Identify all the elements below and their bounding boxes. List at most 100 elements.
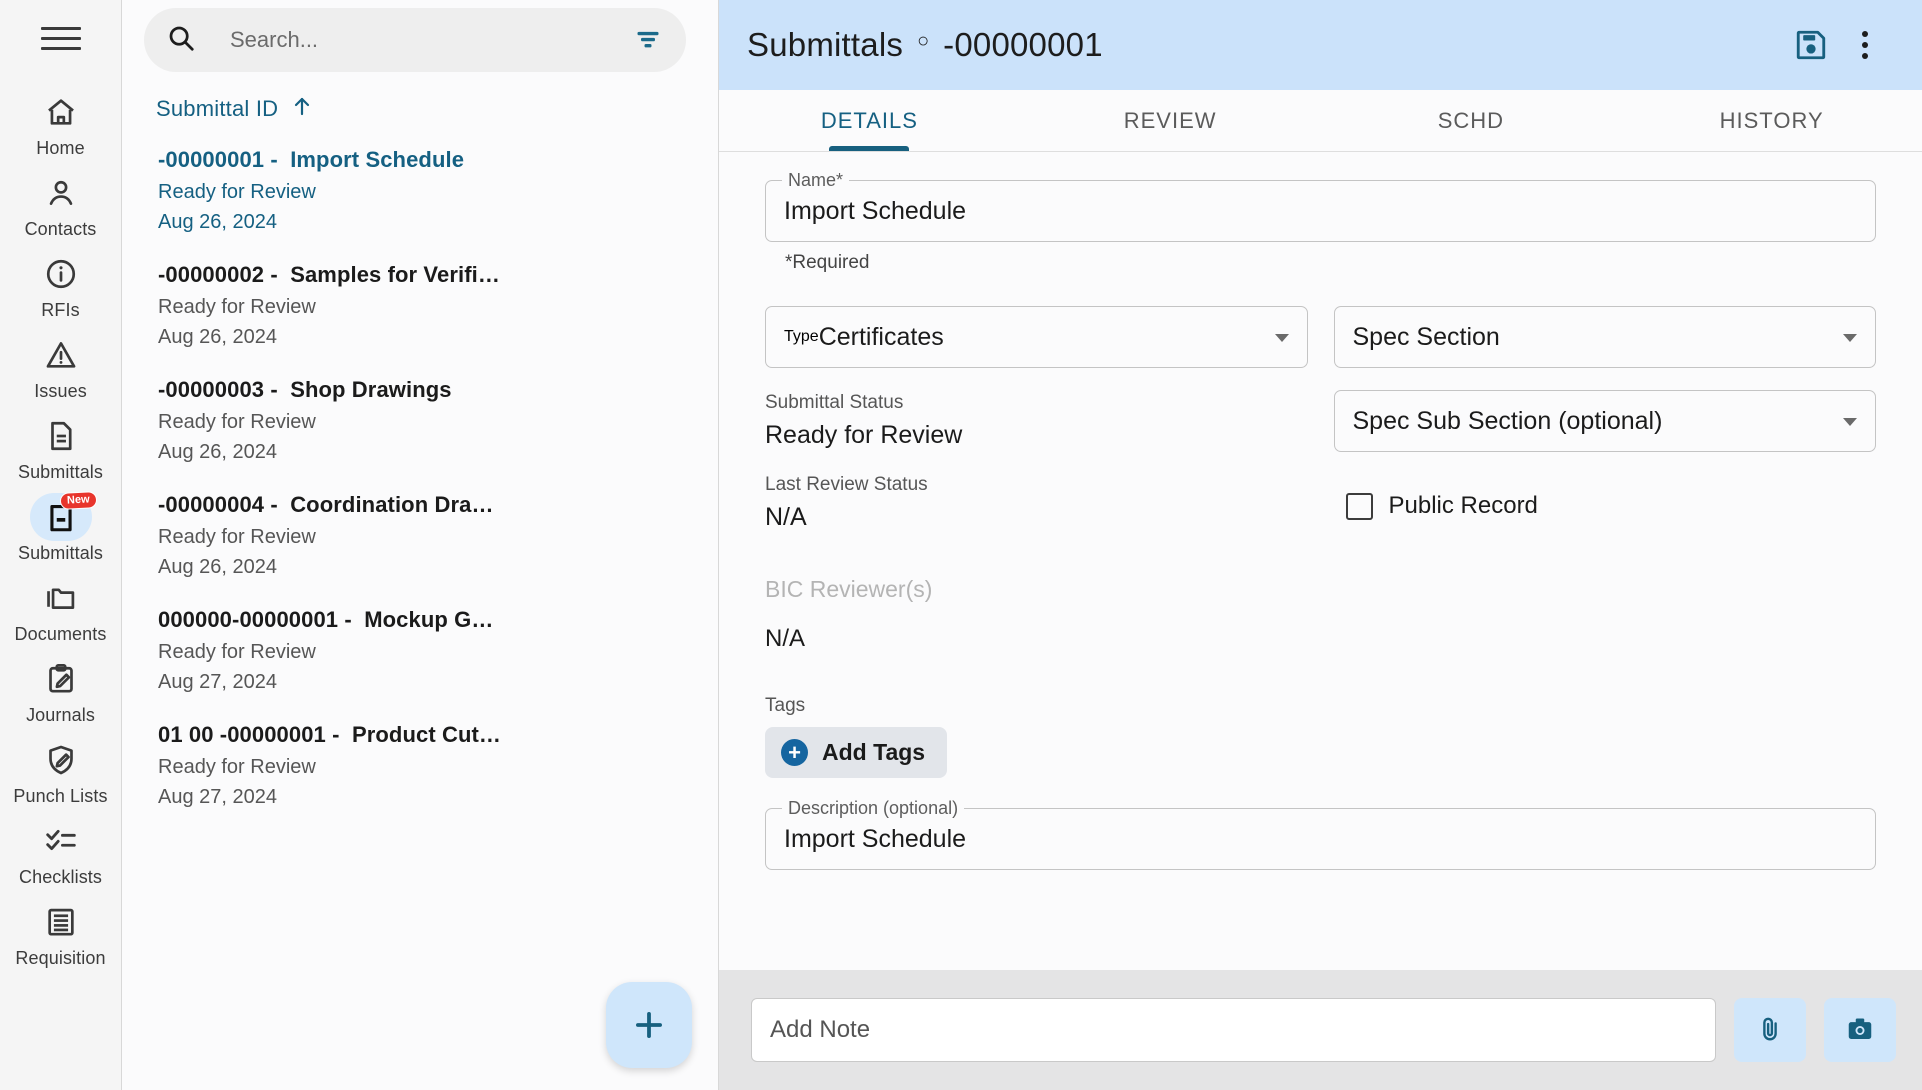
document-icon [30, 412, 92, 460]
type-select-legend: Type [784, 328, 819, 345]
tab-review[interactable]: REVIEW [1020, 90, 1321, 151]
checkbox-box-icon [1345, 492, 1373, 520]
description-field[interactable]: Description (optional) Import Schedule [765, 798, 1876, 870]
sidebar-item-label: Requisition [15, 948, 106, 968]
left-column: Type Certificates Submittal Status Ready… [765, 306, 1308, 532]
chevron-down-icon [1843, 418, 1857, 426]
description-field-legend: Description (optional) [782, 798, 965, 819]
sidebar-item-submittals[interactable]: Submittals [0, 406, 121, 487]
filter-icon[interactable] [628, 20, 668, 60]
breadcrumb-separator: ○ [917, 29, 930, 52]
type-select-value: Certificates [818, 322, 944, 351]
sidebar-item-label: RFIs [41, 300, 80, 320]
add-note-input[interactable] [751, 998, 1716, 1062]
tab-details[interactable]: DETAILS [719, 90, 1020, 151]
sidebar-item-label: Journals [26, 705, 95, 725]
checklist-icon [30, 817, 92, 865]
list-item-status: Ready for Review [158, 526, 316, 548]
list-item-date: Aug 27, 2024 [158, 671, 277, 693]
sidebar-item-punch-lists[interactable]: Punch Lists [0, 730, 121, 811]
list-item[interactable]: -00000004 - Coordination Dra… Ready for R… [122, 478, 718, 593]
add-submittal-fab[interactable] [606, 982, 692, 1068]
tags-label: Tags [765, 695, 806, 716]
list-item[interactable]: -00000001 - Import Schedule Ready for Rev… [122, 133, 718, 248]
sidebar-item-checklists[interactable]: Checklists [0, 811, 121, 892]
list-item-date: Aug 26, 2024 [158, 441, 277, 463]
sidebar-item-rfis[interactable]: RFIs [0, 244, 121, 325]
spec-sub-section-value: Spec Sub Section (optional) [1352, 406, 1663, 435]
sidebar-item-contacts[interactable]: Contacts [0, 163, 121, 244]
list-item[interactable]: 01 00 -00000001 - Product Cut… Ready for … [122, 708, 718, 823]
add-tags-button[interactable]: + Add Tags [765, 727, 948, 778]
submittal-status-value: Ready for Review [765, 421, 963, 449]
public-record-checkbox[interactable]: Public Record [1334, 492, 1877, 520]
sidebar-item-journals[interactable]: Journals [0, 649, 121, 730]
sidebar-item-label: Submittals [17, 543, 104, 563]
sort-label: Submittal ID [156, 95, 279, 121]
name-field[interactable]: Name* Import Schedule [765, 170, 1876, 242]
sidebar-item-label: Issues [34, 381, 87, 401]
list-item-date: Aug 27, 2024 [158, 786, 277, 808]
app-root: Home Contacts RFIs Issues Submittals New Submi… [0, 0, 1922, 1090]
list-item-status: Ready for Review [158, 411, 316, 433]
submittal-status-field: Submittal Status Ready for Review [765, 392, 1308, 450]
sidebar-item-home[interactable]: Home [0, 82, 121, 163]
details-form: Name* Import Schedule *Required Type Cer… [719, 152, 1922, 970]
info-circle-icon [30, 250, 92, 298]
person-icon [30, 169, 92, 217]
bic-reviewers-label: BIC Reviewer(s) [765, 576, 933, 602]
public-record-label: Public Record [1388, 492, 1538, 519]
last-review-status-value: N/A [765, 503, 807, 531]
sidebar-item-label: Punch Lists [13, 786, 108, 806]
list-item[interactable]: -00000002 - Samples for Verifi… Ready for… [122, 248, 718, 363]
folders-icon [30, 574, 92, 622]
type-select[interactable]: Type Certificates [765, 306, 1308, 368]
sidebar-nav: Home Contacts RFIs Issues Submittals New Submi… [0, 0, 122, 1090]
sidebar-item-submittals-active[interactable]: New Submittals [0, 487, 121, 568]
ledger-icon [30, 898, 92, 946]
search-icon [166, 23, 196, 58]
chevron-down-icon [1843, 334, 1857, 342]
tags-field: Tags + Add Tags [765, 695, 1876, 778]
submittal-new-icon: New [29, 491, 97, 541]
list-item-status: Ready for Review [158, 641, 316, 663]
sidebar-item-issues[interactable]: Issues [0, 325, 121, 406]
list-item-date: Aug 26, 2024 [158, 326, 277, 348]
detail-tabs[interactable]: DETAILS REVIEW SCHD HISTORY [719, 90, 1922, 152]
more-vertical-icon[interactable] [1838, 18, 1892, 72]
description-field-wrap: Description (optional) Import Schedule [765, 798, 1876, 870]
breadcrumb-root[interactable]: Submittals [747, 26, 903, 64]
sidebar-item-label: Submittals [17, 462, 104, 482]
home-icon [30, 88, 92, 136]
sidebar-item-label: Home [36, 138, 85, 158]
tab-history[interactable]: HISTORY [1621, 90, 1922, 151]
sidebar-item-documents[interactable]: Documents [0, 568, 121, 649]
arrow-up-icon[interactable] [290, 94, 314, 123]
warning-triangle-icon [30, 331, 92, 379]
list-item[interactable]: -00000003 - Shop Drawings Ready for Revie… [122, 363, 718, 478]
right-column: Spec Section Spec Sub Section (optional)… [1333, 306, 1877, 532]
list-item-date: Aug 26, 2024 [158, 556, 277, 578]
list-item-status: Ready for Review [158, 756, 316, 778]
list-item-title: -00000002 - Samples for Verifi… [158, 262, 500, 287]
spec-sub-section-select[interactable]: Spec Sub Section (optional) [1333, 390, 1876, 452]
add-tags-label: Add Tags [822, 739, 926, 765]
sidebar-item-requisition[interactable]: Requisition [0, 892, 121, 973]
breadcrumb-current-id: -00000001 [943, 26, 1103, 63]
save-floppy-icon[interactable] [1784, 18, 1838, 72]
sort-control[interactable]: Submittal ID [122, 72, 718, 133]
attach-file-button[interactable] [1734, 998, 1806, 1062]
search-input[interactable] [204, 27, 620, 53]
tab-schd[interactable]: SCHD [1321, 90, 1622, 151]
sidebar-items: Home Contacts RFIs Issues Submittals New Submi… [0, 82, 121, 973]
take-photo-button[interactable] [1824, 998, 1896, 1062]
paperclip-icon [1755, 1014, 1785, 1047]
list-item[interactable]: 000000-00000001 - Mockup G… Ready for Rev… [122, 593, 718, 708]
spec-section-select[interactable]: Spec Section [1333, 306, 1876, 368]
submittal-list[interactable]: -00000001 - Import Schedule Ready for Rev… [122, 133, 718, 1090]
hamburger-menu-icon[interactable] [37, 18, 85, 58]
bic-reviewers-field: BIC Reviewer(s) N/A [765, 576, 1876, 653]
search-box[interactable] [144, 8, 686, 72]
name-field-legend: Name* [782, 170, 850, 191]
sidebar-item-label: Contacts [24, 219, 97, 239]
